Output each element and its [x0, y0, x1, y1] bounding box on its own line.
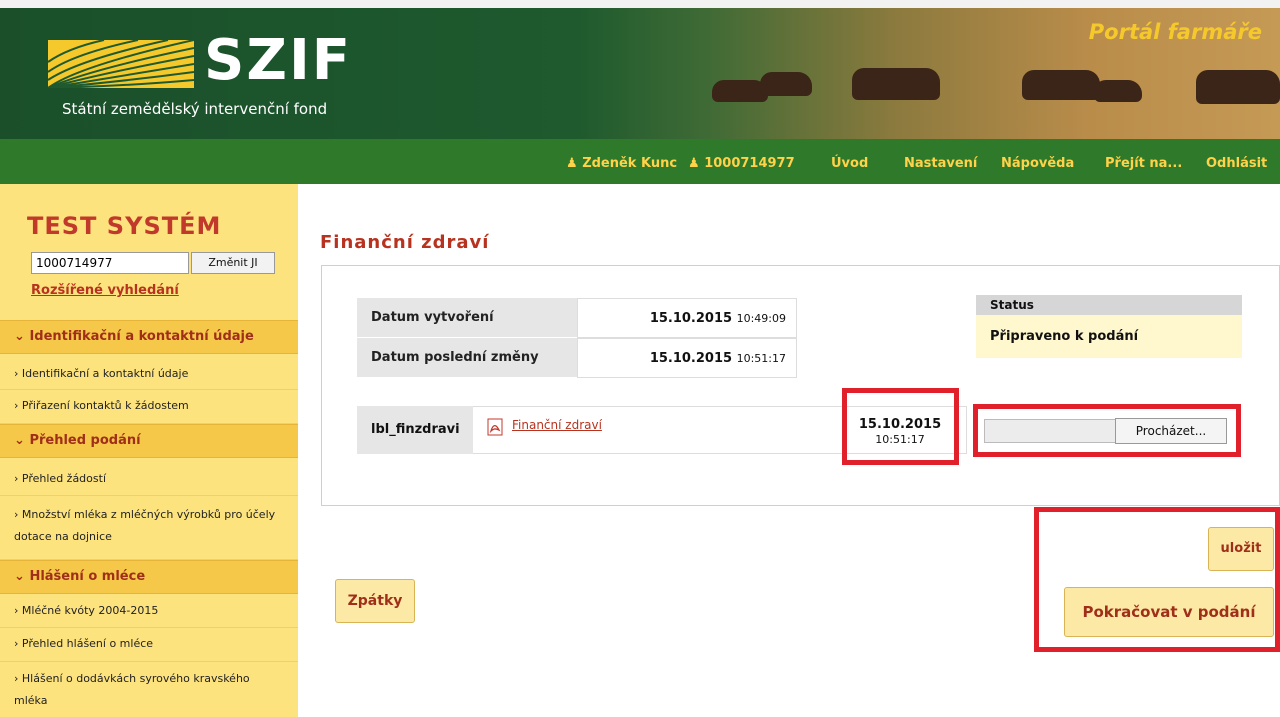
modified-value: 15.10.2015 10:51:17 — [577, 338, 797, 378]
chevron-down-icon: ⌄ — [14, 569, 25, 584]
highlight-box — [842, 388, 959, 465]
sidebar-item-prirazeni-kontaktu[interactable]: › Přiřazení kontaktů k žádostem — [0, 390, 298, 424]
sidebar-section-label: Identifikační a kontaktní údaje — [29, 329, 254, 344]
modified-time: 10:51:17 — [736, 352, 786, 365]
pdf-icon[interactable] — [487, 418, 503, 436]
save-button[interactable]: uložit — [1208, 527, 1274, 571]
created-date: 15.10.2015 — [649, 311, 733, 326]
chevron-right-icon: › — [14, 472, 19, 485]
sidebar-item-label: Množství mléka z mléčných výrobků pro úč… — [14, 508, 276, 543]
sidebar-item-identifikace[interactable]: › Identifikační a kontaktní údaje — [0, 360, 298, 390]
cow-image — [1022, 70, 1100, 100]
sidebar-item-mnozstvi-mleka[interactable]: › Množství mléka z mléčných výrobků pro … — [0, 496, 298, 560]
sidebar-item-label: Přiřazení kontaktů k žádostem — [21, 399, 189, 412]
highlight-box — [973, 404, 1241, 457]
sidebar-section-hlaseni-mleko[interactable]: ⌄ Hlášení o mléce — [0, 560, 298, 594]
user-icon: ♟ — [566, 156, 578, 171]
modified-label: Datum poslední změny — [357, 338, 577, 378]
nav-id[interactable]: ♟ 1000714977 — [688, 156, 795, 171]
status-value: Připraveno k podání — [976, 315, 1242, 358]
sidebar-item-dodavky-mleka[interactable]: › Hlášení o dodávkách syrového kravského… — [0, 662, 298, 717]
sidebar-section-label: Přehled podání — [29, 433, 141, 448]
cow-image — [760, 72, 812, 96]
chevron-right-icon: › — [14, 508, 19, 521]
nav-id-value: 1000714977 — [704, 156, 795, 171]
chevron-right-icon: › — [14, 672, 19, 685]
logo-subtitle: Státní zemědělský intervenční fond — [62, 100, 328, 118]
nav-link-odhlasit[interactable]: Odhlásit — [1206, 156, 1267, 171]
sidebar-item-prehled-hlaseni[interactable]: › Přehled hlášení o mléce — [0, 628, 298, 662]
sidebar-item-mlecne-kvoty[interactable]: › Mléčné kvóty 2004-2015 — [0, 596, 298, 628]
chevron-down-icon: ⌄ — [14, 329, 25, 344]
system-title: TEST SYSTÉM — [27, 212, 222, 240]
person-id-icon: ♟ — [688, 156, 700, 171]
ji-input[interactable] — [31, 252, 189, 274]
top-strip — [0, 0, 1280, 8]
sidebar-item-label: Mléčné kvóty 2004-2015 — [21, 604, 159, 617]
nav-link-uvod[interactable]: Úvod — [831, 156, 868, 171]
back-button[interactable]: Zpátky — [335, 579, 415, 623]
chevron-right-icon: › — [14, 604, 19, 617]
cow-image — [1094, 80, 1142, 102]
chevron-right-icon: › — [14, 367, 19, 380]
nav-user-name: Zdeněk Kunc — [582, 156, 678, 171]
sidebar-section-identifikace[interactable]: ⌄ Identifikační a kontaktní údaje — [0, 320, 298, 354]
portal-title: Portál farmáře — [1088, 20, 1262, 44]
file-link[interactable]: Finanční zdraví — [512, 418, 602, 432]
nav-user[interactable]: ♟ Zdeněk Kunc — [566, 156, 677, 171]
file-label: lbl_finzdravi — [357, 406, 473, 454]
sidebar-item-label: Identifikační a kontaktní údaje — [21, 367, 189, 380]
chevron-down-icon: ⌄ — [14, 433, 25, 448]
change-ji-button[interactable]: Změnit JI — [191, 252, 275, 274]
created-label: Datum vytvoření — [357, 298, 577, 338]
sidebar-item-label: Přehled hlášení o mléce — [21, 637, 154, 650]
sidebar-section-prehled-podani[interactable]: ⌄ Přehled podání — [0, 424, 298, 458]
logo-title: SZIF — [204, 28, 353, 93]
sidebar-section-label: Hlášení o mléce — [29, 569, 146, 584]
created-value: 15.10.2015 10:49:09 — [577, 298, 797, 338]
continue-button[interactable]: Pokračovat v podání — [1064, 587, 1274, 637]
chevron-right-icon: › — [14, 399, 19, 412]
sidebar-item-label: Přehled žádostí — [21, 472, 106, 485]
sidebar-item-prehled-zadosti[interactable]: › Přehled žádostí — [0, 464, 298, 496]
nav-link-napoveda[interactable]: Nápověda — [1001, 156, 1074, 171]
nav-link-nastaveni[interactable]: Nastavení — [904, 156, 977, 171]
chevron-right-icon: › — [14, 637, 19, 650]
created-time: 10:49:09 — [736, 312, 786, 325]
page-title: Finanční zdraví — [320, 232, 490, 253]
cow-image — [852, 68, 940, 100]
status-header: Status — [976, 295, 1242, 315]
advanced-search-link[interactable]: Rozšířené vyhledání — [31, 283, 179, 298]
szif-logo-icon — [48, 40, 194, 88]
sidebar-item-label: Hlášení o dodávkách syrového kravského m… — [14, 672, 250, 707]
cow-image — [1196, 70, 1280, 104]
nav-link-prejit[interactable]: Přejít na... — [1105, 156, 1182, 171]
modified-date: 15.10.2015 — [649, 351, 733, 366]
